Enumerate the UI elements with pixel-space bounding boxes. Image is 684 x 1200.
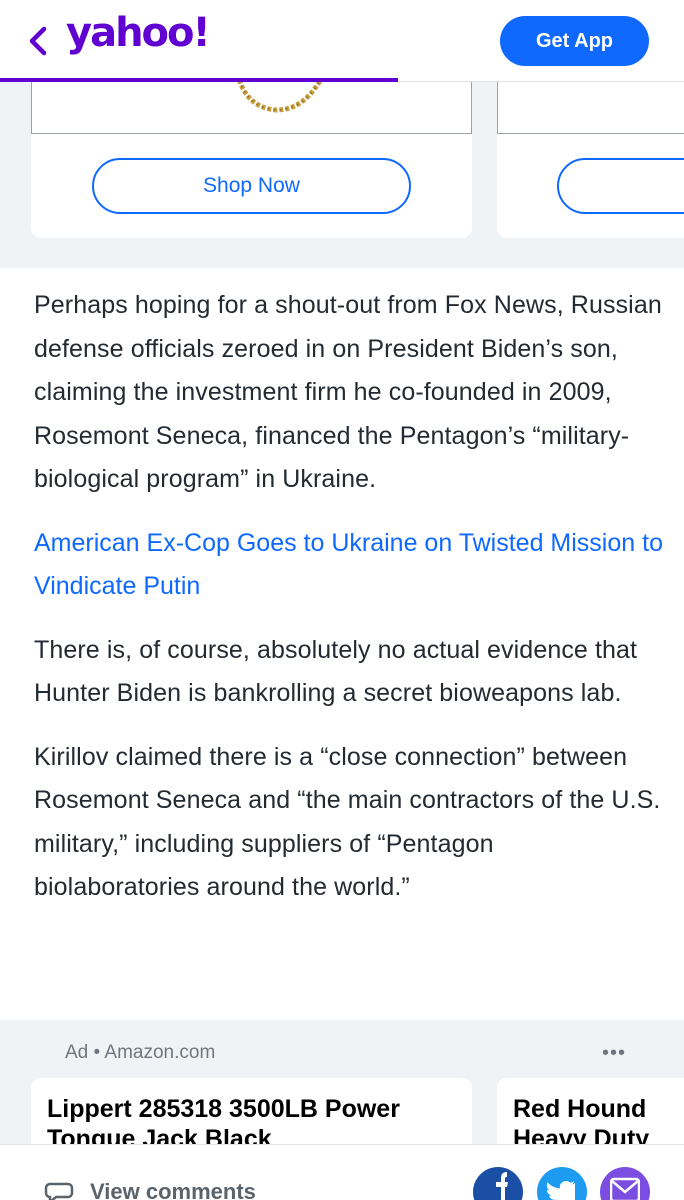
related-article-link[interactable]: American Ex-Cop Goes to Ukraine on Twist… [34,522,664,609]
article-paragraph: Perhaps hoping for a shout-out from Fox … [34,291,662,493]
bottom-action-bar: View comments [0,1144,684,1200]
twitter-icon [547,1181,575,1200]
product-card[interactable]: Red Hound Heavy Duty [497,1078,684,1144]
necklace-image [237,82,323,113]
twitter-share-button[interactable] [537,1167,587,1200]
comment-icon[interactable] [44,1181,74,1200]
facebook-icon [496,1172,508,1200]
ad-card[interactable] [497,82,684,238]
ad-carousel-top: Shop Now [0,82,684,268]
back-button[interactable] [24,24,52,58]
facebook-share-button[interactable] [473,1167,523,1200]
article-paragraph: Kirillov claimed there is a “close conne… [34,742,661,902]
article-body: Perhaps hoping for a shout-out from Fox … [34,284,664,930]
get-app-button[interactable]: Get App [500,16,649,66]
top-header: yahoo! Get App [0,0,684,82]
ad-carousel-bottom: Ad • Amazon.com ••• Lippert 285318 3500L… [0,1020,684,1144]
reading-progress-bar [0,78,398,82]
chevron-left-icon [29,26,47,56]
product-card[interactable]: Lippert 285318 3500LB Power Tongue Jack … [31,1078,472,1144]
product-title: Lippert 285318 3500LB Power Tongue Jack … [47,1095,400,1144]
product-title: Red Hound Heavy Duty [513,1095,650,1144]
shop-now-button[interactable]: Shop Now [92,158,411,214]
article-paragraph: There is, of course, absolutely no actua… [34,635,638,708]
ad-source-label: Ad • Amazon.com [65,1042,216,1063]
shop-now-button-partial[interactable] [557,158,684,214]
more-options-icon[interactable]: ••• [602,1042,626,1065]
email-share-button[interactable] [600,1167,650,1200]
product-image [497,82,684,134]
yahoo-logo[interactable]: yahoo! [66,10,211,56]
view-comments-button[interactable]: View comments [90,1179,256,1200]
product-image [31,82,472,134]
ad-card[interactable]: Shop Now [31,82,472,238]
mail-icon [610,1177,640,1200]
